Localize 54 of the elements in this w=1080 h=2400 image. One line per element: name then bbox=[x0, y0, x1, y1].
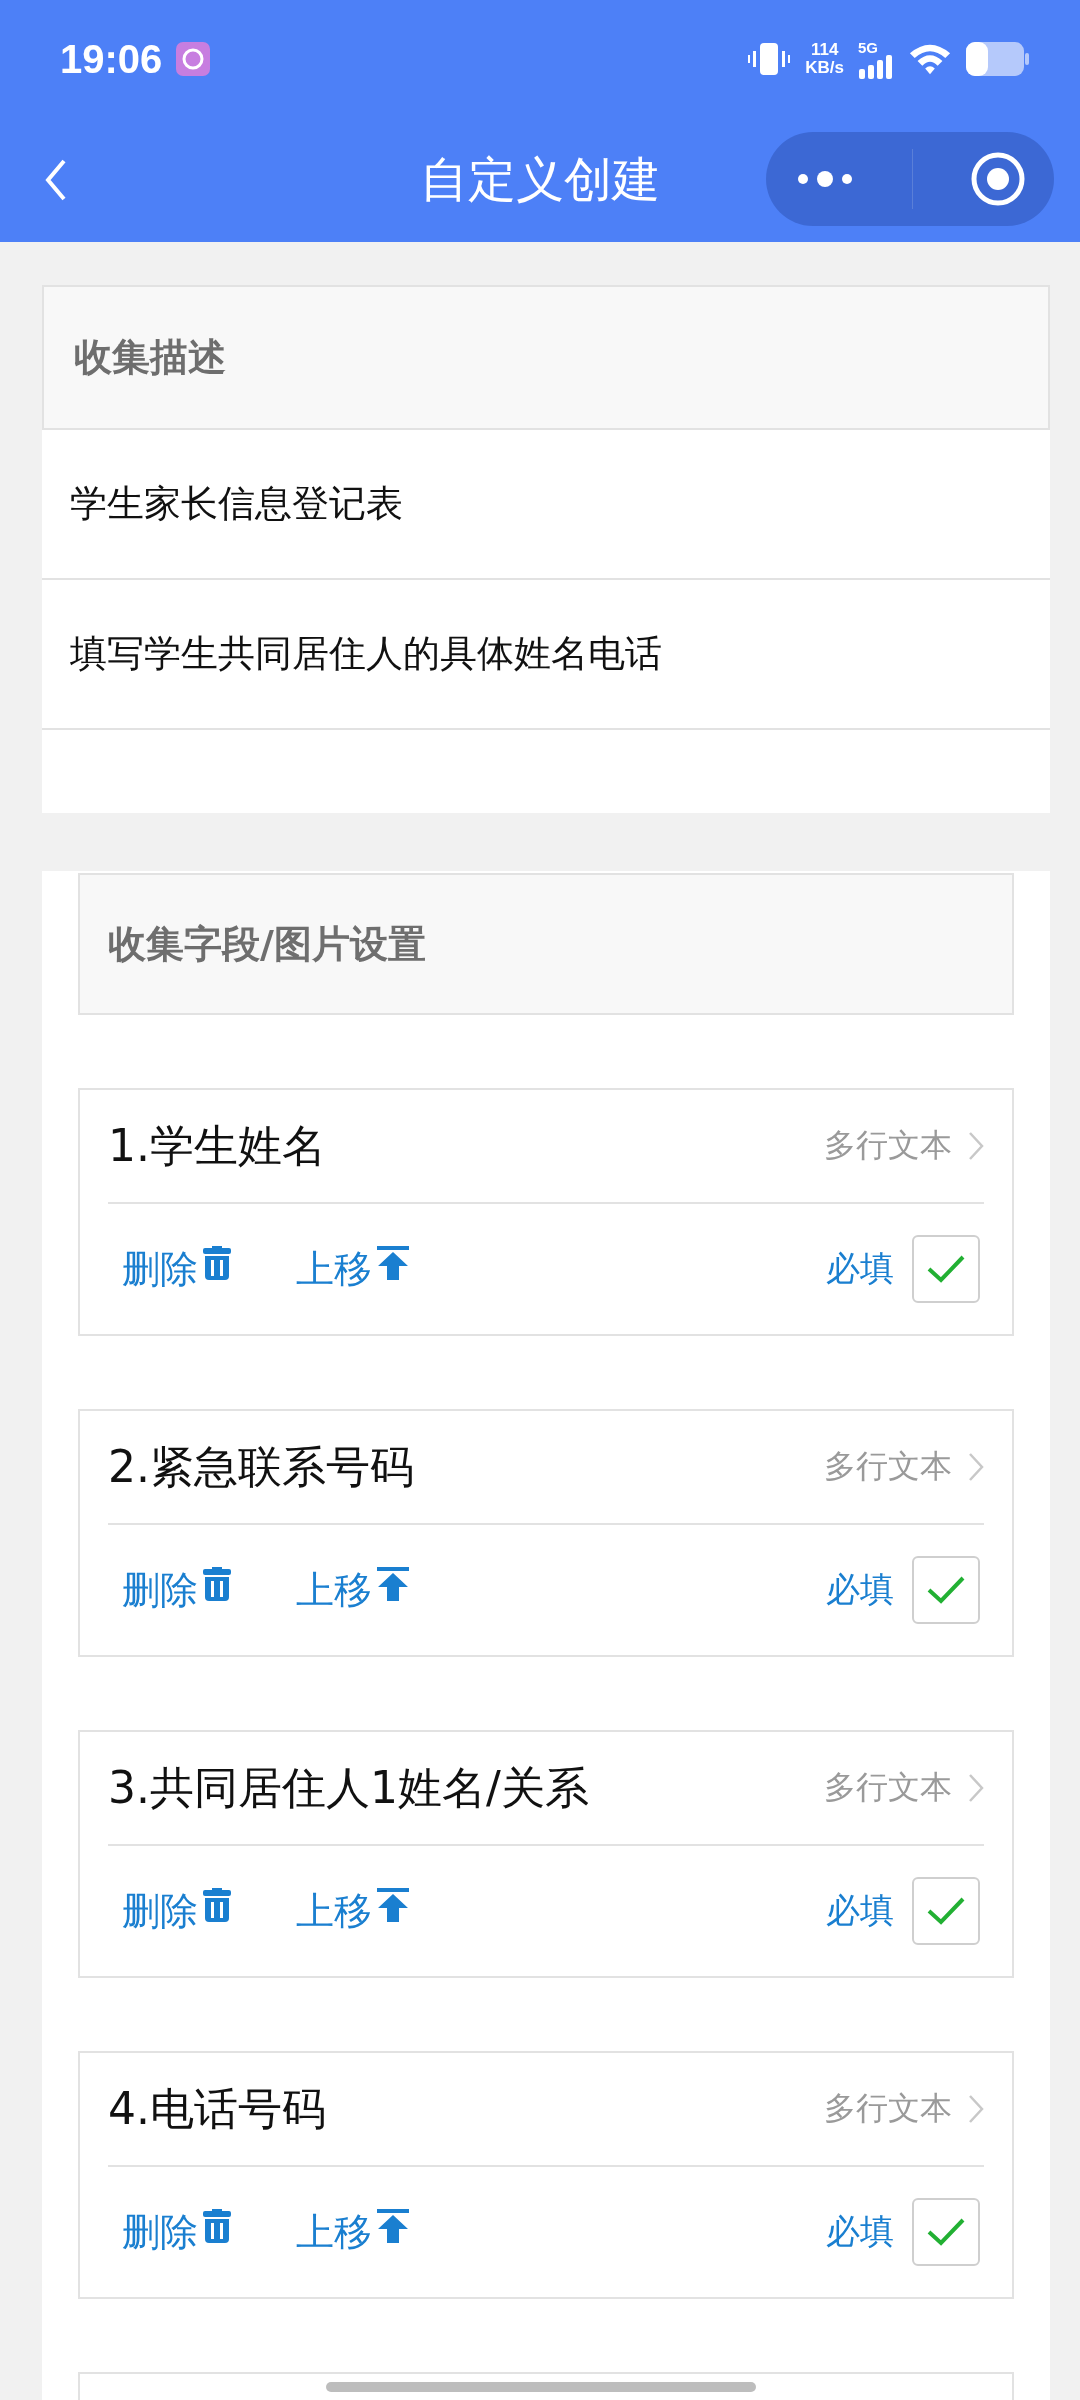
network-speed-value: 114 bbox=[810, 41, 839, 59]
field-type-selector[interactable]: 多行文本 bbox=[824, 2087, 984, 2131]
section-title: 收集描述 bbox=[74, 334, 226, 381]
delete-button[interactable]: 删除 bbox=[108, 1564, 232, 1616]
move-up-button[interactable]: 上移 bbox=[282, 1885, 410, 1937]
description-text: 学生家长信息登记表 bbox=[70, 481, 403, 527]
vibrate-icon bbox=[747, 41, 792, 77]
checkmark-icon bbox=[926, 1896, 966, 1926]
field-type-selector[interactable]: 多行文本 bbox=[824, 1766, 984, 1810]
required-label: 必填 bbox=[826, 1889, 894, 1932]
network-type: 5G bbox=[858, 39, 878, 55]
delete-button[interactable]: 删除 bbox=[108, 2206, 232, 2258]
move-up-button[interactable]: 上移 bbox=[282, 2206, 410, 2258]
signal-icon bbox=[858, 54, 894, 79]
chevron-icon bbox=[968, 2094, 984, 2124]
move-up-button[interactable]: 上移 bbox=[282, 1564, 410, 1616]
trash-icon bbox=[202, 1245, 232, 1280]
field-name: 2.紧急联系号码 bbox=[108, 1439, 415, 1494]
field-name: 3.共同居住人1姓名/关系 bbox=[108, 1760, 590, 1815]
field-name: 1.学生姓名 bbox=[108, 1118, 327, 1173]
checkmark-icon bbox=[926, 2217, 966, 2247]
move-to-top-icon bbox=[376, 1245, 410, 1280]
required-label: 必填 bbox=[826, 1568, 894, 1611]
chevron-icon bbox=[968, 1773, 984, 1803]
battery-icon bbox=[966, 42, 1030, 76]
required-checkbox[interactable] bbox=[912, 1235, 980, 1303]
status-time: 19:06 bbox=[60, 36, 163, 82]
field-type-selector[interactable]: 多行文本 bbox=[824, 1124, 984, 1168]
page-title: 自定义创建 bbox=[420, 150, 660, 209]
checkmark-icon bbox=[926, 1254, 966, 1284]
required-label: 必填 bbox=[826, 1247, 894, 1290]
move-to-top-icon bbox=[376, 1887, 410, 1922]
move-to-top-icon bbox=[376, 2208, 410, 2243]
required-checkbox[interactable] bbox=[912, 1877, 980, 1945]
trash-icon bbox=[202, 1566, 232, 1601]
chevron-icon bbox=[968, 1131, 984, 1161]
checkmark-icon bbox=[926, 1575, 966, 1605]
required-checkbox[interactable] bbox=[912, 2198, 980, 2266]
description-text: 填写学生共同居住人的具体姓名电话 bbox=[70, 631, 662, 677]
delete-button[interactable]: 删除 bbox=[108, 1243, 232, 1295]
trash-icon bbox=[202, 2208, 232, 2243]
required-label: 必填 bbox=[826, 2210, 894, 2253]
back-icon[interactable] bbox=[44, 158, 68, 202]
chevron-icon bbox=[968, 1452, 984, 1482]
trash-icon bbox=[202, 1887, 232, 1922]
move-to-top-icon bbox=[376, 1566, 410, 1601]
network-speed-unit: KB/s bbox=[805, 59, 844, 77]
move-up-button[interactable]: 上移 bbox=[282, 1243, 410, 1295]
delete-button[interactable]: 删除 bbox=[108, 1885, 232, 1937]
field-type-selector[interactable]: 多行文本 bbox=[824, 1445, 984, 1489]
field-name: 4.电话号码 bbox=[108, 2081, 327, 2136]
section-title: 收集字段/图片设置 bbox=[108, 920, 426, 968]
app-notification-icon bbox=[176, 42, 211, 76]
required-checkbox[interactable] bbox=[912, 1556, 980, 1624]
